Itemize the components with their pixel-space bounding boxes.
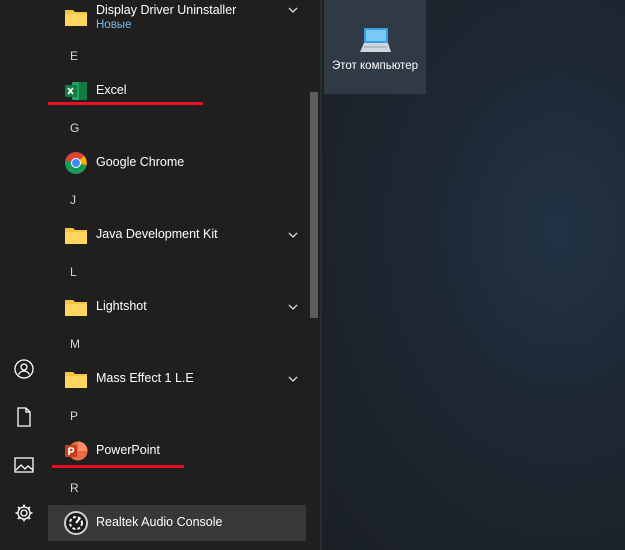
pictures-button[interactable] bbox=[0, 441, 48, 489]
app-name: Java Development Kit bbox=[96, 227, 218, 241]
user-account-button[interactable] bbox=[0, 345, 48, 393]
list-item-java-development-kit[interactable]: Java Development Kit bbox=[48, 217, 306, 253]
letter-header-r[interactable]: R bbox=[48, 470, 306, 506]
app-name: Lightshot bbox=[96, 299, 147, 313]
list-item-lightshot[interactable]: Lightshot bbox=[48, 289, 306, 325]
app-name: PowerPoint bbox=[96, 443, 160, 457]
folder-icon bbox=[64, 6, 88, 28]
folder-icon bbox=[64, 368, 88, 390]
list-item-display-driver-uninstaller[interactable]: Display Driver Uninstaller Новые bbox=[48, 0, 306, 38]
app-name: Realtek Audio Console bbox=[96, 515, 223, 529]
app-name: Excel bbox=[96, 83, 127, 97]
app-name: Google Chrome bbox=[96, 155, 185, 169]
letter-header-m[interactable]: M bbox=[48, 326, 306, 362]
list-item-google-chrome[interactable]: Google Chrome bbox=[48, 145, 306, 181]
new-badge: Новые bbox=[96, 19, 132, 31]
chevron-down-icon[interactable] bbox=[286, 373, 300, 385]
folder-icon bbox=[64, 296, 88, 318]
chrome-icon bbox=[64, 152, 88, 174]
desktop-background: Этот компьютер bbox=[322, 0, 625, 550]
chevron-down-icon[interactable] bbox=[286, 301, 300, 313]
powerpoint-icon bbox=[64, 440, 88, 462]
letter-header-e[interactable]: E bbox=[48, 38, 306, 74]
tile-label: Этот компьютер bbox=[332, 60, 418, 72]
pictures-icon bbox=[14, 457, 34, 473]
letter-header-p[interactable]: P bbox=[48, 398, 306, 434]
scrollbar-thumb[interactable] bbox=[310, 92, 318, 318]
excel-icon bbox=[64, 80, 88, 102]
list-item-mass-effect[interactable]: Mass Effect 1 L.E bbox=[48, 361, 306, 397]
computer-icon bbox=[358, 26, 392, 59]
letter-header-l[interactable]: L bbox=[48, 254, 306, 290]
start-rail bbox=[0, 0, 48, 550]
list-item-powerpoint[interactable]: PowerPoint bbox=[48, 433, 306, 469]
annotation-underline bbox=[48, 102, 203, 105]
chevron-down-icon[interactable] bbox=[286, 229, 300, 241]
user-icon bbox=[14, 359, 34, 379]
annotation-underline bbox=[52, 465, 184, 468]
list-item-realtek-audio-console[interactable]: Realtek Audio Console bbox=[48, 505, 306, 541]
this-pc-tile[interactable]: Этот компьютер bbox=[324, 0, 426, 94]
documents-icon bbox=[17, 407, 31, 427]
settings-button[interactable] bbox=[0, 489, 48, 537]
app-name: Mass Effect 1 L.E bbox=[96, 371, 194, 385]
letter-header-j[interactable]: J bbox=[48, 182, 306, 218]
letter-header-g[interactable]: G bbox=[48, 110, 306, 146]
documents-button[interactable] bbox=[0, 393, 48, 441]
app-list-scrollbar[interactable] bbox=[308, 0, 320, 550]
folder-icon bbox=[64, 224, 88, 246]
app-name: Display Driver Uninstaller bbox=[96, 3, 237, 17]
settings-icon bbox=[15, 504, 33, 522]
app-list: Display Driver Uninstaller Новые E Excel… bbox=[48, 0, 308, 550]
realtek-audio-icon bbox=[64, 511, 88, 535]
chevron-down-icon[interactable] bbox=[286, 4, 300, 16]
